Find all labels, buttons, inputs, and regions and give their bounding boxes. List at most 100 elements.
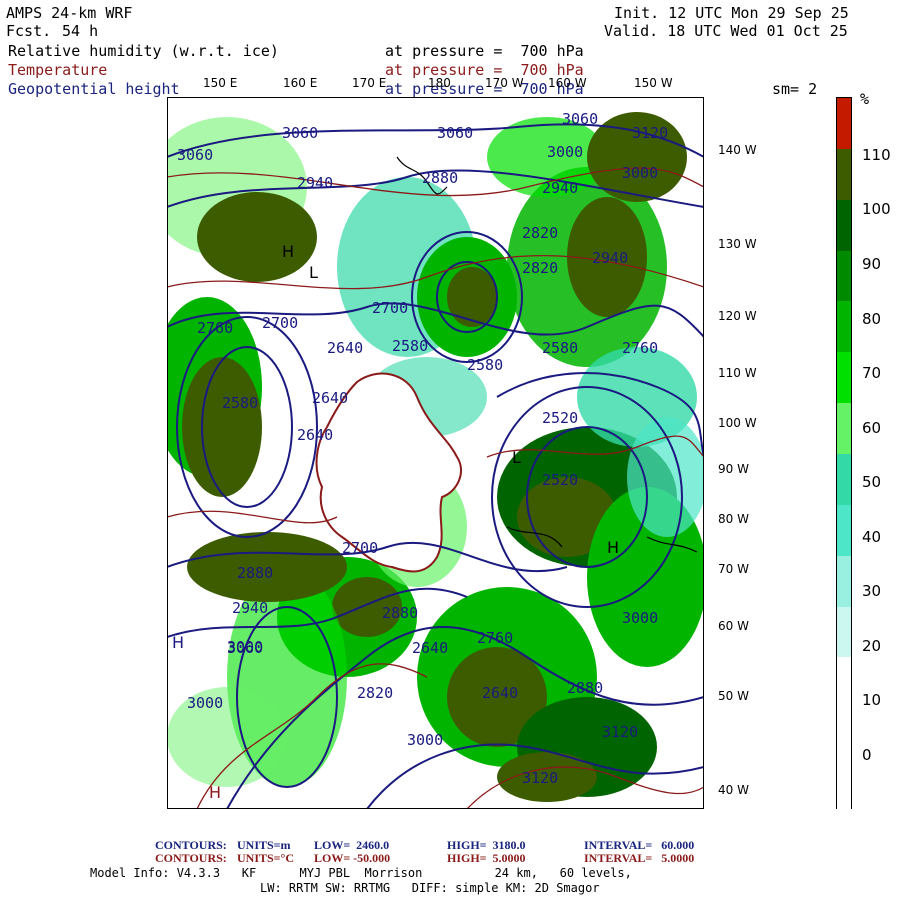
lat-label: 110 W xyxy=(718,366,757,380)
height-label: 2880 xyxy=(422,169,458,187)
colorbar-label: 0 xyxy=(862,746,872,764)
height-label: 3000 xyxy=(407,731,443,749)
height-label: 3000 xyxy=(187,694,223,712)
height-label: 2760 xyxy=(197,319,233,337)
model-physics-line: LW: RRTM SW: RRTMG DIFF: simple KM: 2D S… xyxy=(260,881,600,895)
colorbar-segment xyxy=(837,454,851,506)
model-info-line: Model Info: V4.3.3 KF MYJ PBL Morrison 2… xyxy=(90,866,632,880)
lat-label: 90 W xyxy=(718,462,749,476)
height-label: 2880 xyxy=(237,564,273,582)
height-label: 2700 xyxy=(262,314,298,332)
height-label: 2580 xyxy=(542,339,578,357)
colorbar-segment xyxy=(837,403,851,455)
forecast-hours: 54 h xyxy=(62,22,99,40)
lon-label: 170 E xyxy=(352,76,387,90)
high-center-mark: H xyxy=(209,783,221,802)
contours-temp-units: UNITS=°C xyxy=(237,851,294,865)
height-label: 2820 xyxy=(522,224,558,242)
height-label: 2880 xyxy=(567,679,603,697)
init-time: Init. 12 UTC Mon 29 Sep 25 xyxy=(614,4,849,22)
model-title: AMPS 24-km WRF xyxy=(6,4,133,22)
high-center-mark: H xyxy=(282,242,294,261)
colorbar xyxy=(836,97,852,811)
field-temp-name: Temperature xyxy=(8,61,108,79)
low-center-mark: L xyxy=(512,448,521,467)
height-label: 2940 xyxy=(232,599,268,617)
height-label: 2760 xyxy=(622,339,658,357)
lat-label: 120 W xyxy=(718,309,757,323)
colorbar-label: 90 xyxy=(862,255,882,273)
valid-time: Valid. 18 UTC Wed 01 Oct 25 xyxy=(604,22,848,40)
colorbar-label: 60 xyxy=(862,419,882,437)
colorbar-label: 50 xyxy=(862,473,882,491)
field-height-name: Geopotential height xyxy=(8,80,180,98)
smoothing-label: sm= 2 xyxy=(772,80,818,98)
lat-label: 130 W xyxy=(718,237,757,251)
lat-label: 140 W xyxy=(718,143,757,157)
field-rh-name: Relative humidity (w.r.t. ice) xyxy=(8,42,279,60)
height-label: 2520 xyxy=(542,471,578,489)
colorbar-unit: % xyxy=(860,90,870,108)
colorbar-label: 70 xyxy=(862,364,882,382)
height-label: 3000 xyxy=(622,164,658,182)
lat-label: 70 W xyxy=(718,562,749,576)
colorbar-label: 10 xyxy=(862,691,882,709)
colorbar-segment xyxy=(837,708,851,760)
high-center-mark: H xyxy=(607,538,619,557)
lon-label: 150 W xyxy=(634,76,673,90)
height-label: 3060 xyxy=(562,110,598,128)
lat-label: 100 W xyxy=(718,416,757,430)
colorbar-segment xyxy=(837,250,851,302)
height-label: 2640 xyxy=(482,684,518,702)
height-label: 2940 xyxy=(297,174,333,192)
colorbar-segment xyxy=(837,301,851,353)
lon-label: 160 E xyxy=(283,76,318,90)
colorbar-segment xyxy=(837,199,851,252)
lat-label: 60 W xyxy=(718,619,749,633)
height-label: 2940 xyxy=(542,179,578,197)
height-label: 3000 xyxy=(227,638,263,656)
low-center-mark: L xyxy=(309,263,318,282)
height-label: 3120 xyxy=(632,124,668,142)
colorbar-segment xyxy=(837,98,851,150)
contours-temp-interval: INTERVAL= 5.0000 xyxy=(584,851,695,865)
height-label: 3120 xyxy=(522,769,558,787)
colorbar-segment xyxy=(837,657,851,709)
height-label: 2820 xyxy=(522,259,558,277)
field-rh-level: at pressure = 700 hPa xyxy=(385,42,584,60)
height-label: 3000 xyxy=(547,143,583,161)
lat-label: 50 W xyxy=(718,689,749,703)
colorbar-segment xyxy=(837,504,851,557)
height-label: 2580 xyxy=(467,356,503,374)
colorbar-segment xyxy=(837,148,851,201)
weather-map[interactable]: 3060 3060 3060 3060 3120 3000 2940 3000 … xyxy=(167,97,704,809)
lon-label: 150 E xyxy=(203,76,238,90)
colorbar-label: 80 xyxy=(862,310,882,328)
colorbar-label: 100 xyxy=(862,200,891,218)
colorbar-segment xyxy=(837,555,851,608)
height-label: 3060 xyxy=(437,124,473,142)
colorbar-label: 30 xyxy=(862,582,882,600)
forecast-label: Fcst. xyxy=(6,22,52,40)
height-label: 2700 xyxy=(372,299,408,317)
lat-label: 80 W xyxy=(718,512,749,526)
height-label: 3060 xyxy=(177,146,213,164)
height-label: 2760 xyxy=(477,629,513,647)
height-label: 2640 xyxy=(327,339,363,357)
colorbar-segment xyxy=(837,352,851,404)
colorbar-label: 20 xyxy=(862,637,882,655)
height-label: 2640 xyxy=(412,639,448,657)
contours-temp-label: CONTOURS: xyxy=(155,851,227,865)
height-label: 2820 xyxy=(357,684,393,702)
high-center-mark: H xyxy=(172,633,184,652)
height-label: 2640 xyxy=(297,426,333,444)
lon-label: 160 W xyxy=(548,76,587,90)
contours-temp-high: HIGH= 5.0000 xyxy=(447,851,526,865)
height-label: 2580 xyxy=(392,337,428,355)
lon-label: 180 xyxy=(428,76,451,90)
lon-label: 170 W xyxy=(485,76,524,90)
colorbar-label: 40 xyxy=(862,528,882,546)
height-label: 3000 xyxy=(622,609,658,627)
height-label: 2880 xyxy=(382,604,418,622)
lat-label: 40 W xyxy=(718,783,749,797)
